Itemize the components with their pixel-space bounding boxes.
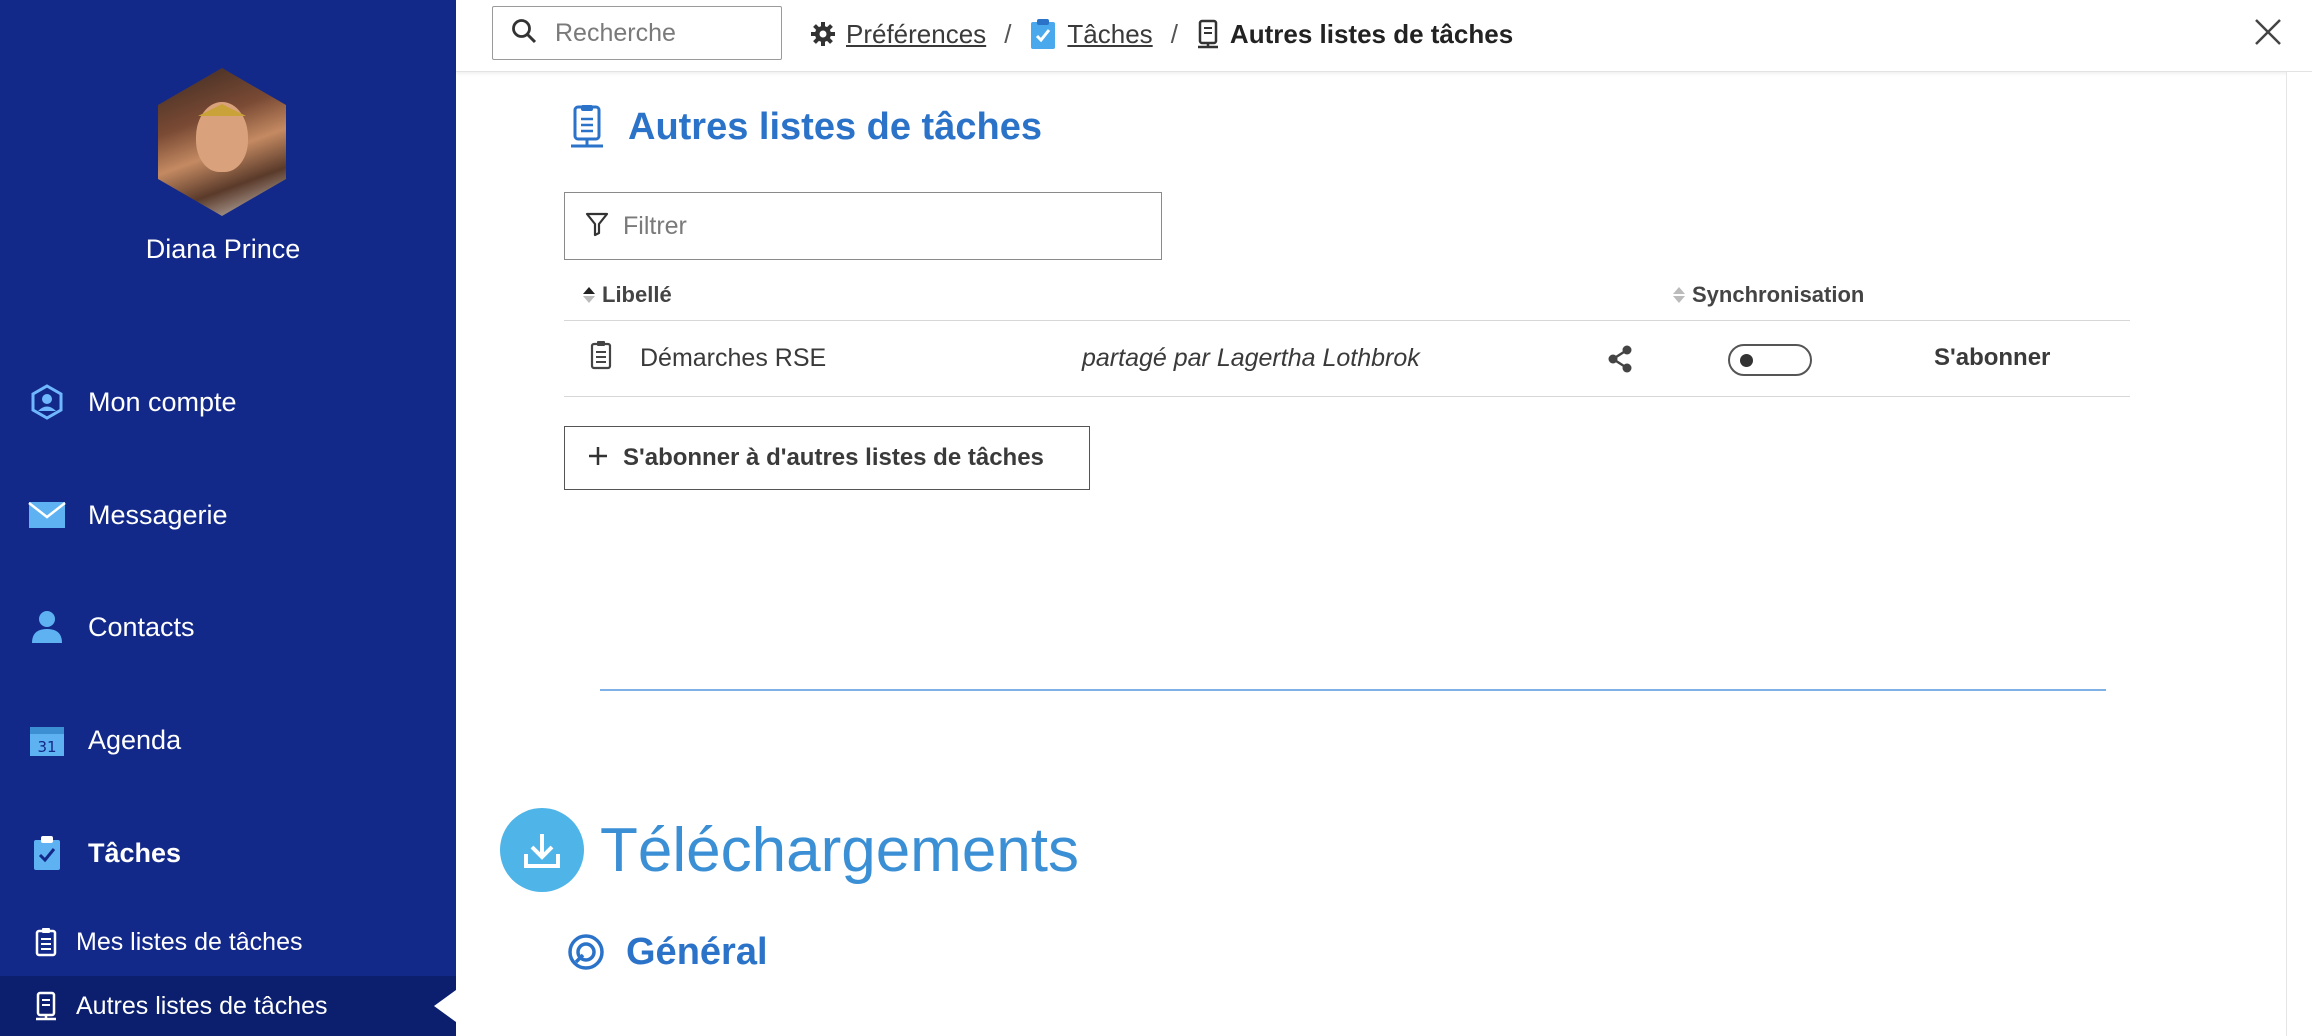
breadcrumb-current: Autres listes de tâches: [1229, 18, 1514, 49]
row-owner: partagé par Lagertha Lothbrok: [1082, 344, 1420, 372]
sync-toggle[interactable]: [1728, 344, 1812, 376]
column-header-label[interactable]: Libellé: [582, 280, 672, 310]
section-divider: [600, 689, 2106, 691]
sub-item-label: Mes listes de tâches: [76, 927, 303, 956]
downloads-title: Téléchargements: [600, 815, 1080, 885]
filter-input[interactable]: [623, 211, 1143, 241]
nav-item-taches[interactable]: Tâches: [28, 828, 181, 878]
close-icon: [2253, 17, 2283, 52]
scrollbar[interactable]: [2286, 72, 2312, 1036]
nav-label: Contacts: [88, 611, 195, 642]
search-input[interactable]: [555, 18, 775, 48]
nav-item-mon-compte[interactable]: Mon compte: [28, 377, 237, 427]
nav-item-contacts[interactable]: Contacts: [28, 602, 195, 652]
table-header-divider: [564, 320, 2130, 321]
nav-label: Tâches: [88, 837, 182, 868]
plus-icon: [587, 441, 609, 475]
calendar-icon: 31: [28, 721, 66, 759]
breadcrumb-separator: /: [1004, 18, 1012, 49]
gear-icon: [810, 21, 836, 47]
column-header-sync[interactable]: Synchronisation: [1672, 280, 1864, 310]
task-list-icon: [590, 340, 612, 375]
sub-item-autres-listes[interactable]: Autres listes de tâches: [32, 986, 328, 1026]
sort-icon: [1672, 285, 1686, 305]
general-settings-icon: [564, 930, 608, 974]
user-name: Diana Prince: [145, 234, 301, 264]
active-caret: [434, 990, 456, 1022]
sub-item-mes-listes[interactable]: Mes listes de tâches: [32, 922, 303, 962]
subscribe-other-lists-label: S'abonner à d'autres listes de tâches: [623, 444, 1044, 471]
nav-label: Mon compte: [88, 386, 237, 417]
column-header-label-text: Libellé: [602, 282, 672, 307]
account-icon: [28, 383, 66, 421]
general-title: Général: [626, 930, 768, 973]
page-title-text: Autres listes de tâches: [628, 105, 1042, 148]
subscribe-other-lists-button[interactable]: S'abonner à d'autres listes de tâches: [564, 426, 1090, 490]
tasks-icon: [28, 834, 66, 872]
nav-label: Messagerie: [88, 499, 228, 530]
row-label: Démarches RSE: [640, 344, 827, 372]
breadcrumb-tasks-link[interactable]: Tâches: [1067, 19, 1152, 50]
breadcrumb-separator: /: [1170, 18, 1178, 49]
toggle-knob: [1740, 354, 1753, 367]
other-task-list-icon: [1196, 19, 1220, 49]
downloads-section-header: Téléchargements: [500, 808, 1079, 892]
nav-item-messagerie[interactable]: Messagerie: [28, 490, 228, 540]
breadcrumb: Préférences / Tâches / Autres listes de …: [810, 14, 1513, 54]
subscribe-link[interactable]: S'abonner: [1934, 344, 2050, 372]
general-section-header: Général: [564, 930, 768, 974]
column-header-sync-text: Synchronisation: [1692, 282, 1865, 307]
task-list-icon: [32, 926, 60, 958]
filter-icon: [585, 211, 609, 242]
avatar[interactable]: [158, 68, 286, 216]
nav-label: Agenda: [88, 724, 182, 755]
top-bar: Préférences / Tâches / Autres listes de …: [456, 0, 2312, 72]
contact-icon: [28, 608, 66, 646]
breadcrumb-preferences-link[interactable]: Préférences: [846, 19, 986, 50]
download-icon: [500, 808, 584, 892]
sidebar: Diana Prince Mon compte Messagerie Conta…: [0, 0, 456, 1036]
sub-item-label: Autres listes de tâches: [76, 991, 328, 1020]
filter-box[interactable]: [564, 192, 1162, 260]
mail-icon: [28, 496, 66, 534]
table-row-divider: [564, 396, 2130, 397]
svg-text:31: 31: [37, 738, 56, 756]
tasks-icon: [1029, 18, 1057, 50]
other-task-list-icon: [564, 104, 610, 150]
close-button[interactable]: [2248, 14, 2288, 54]
page-title: Autres listes de tâches: [564, 104, 1042, 150]
sort-icon: [582, 285, 596, 305]
search-icon: [511, 18, 537, 49]
other-task-list-icon: [32, 990, 60, 1022]
nav-item-agenda[interactable]: 31 Agenda: [28, 715, 181, 765]
share-icon[interactable]: [1606, 344, 1634, 379]
search-box[interactable]: [492, 6, 782, 60]
